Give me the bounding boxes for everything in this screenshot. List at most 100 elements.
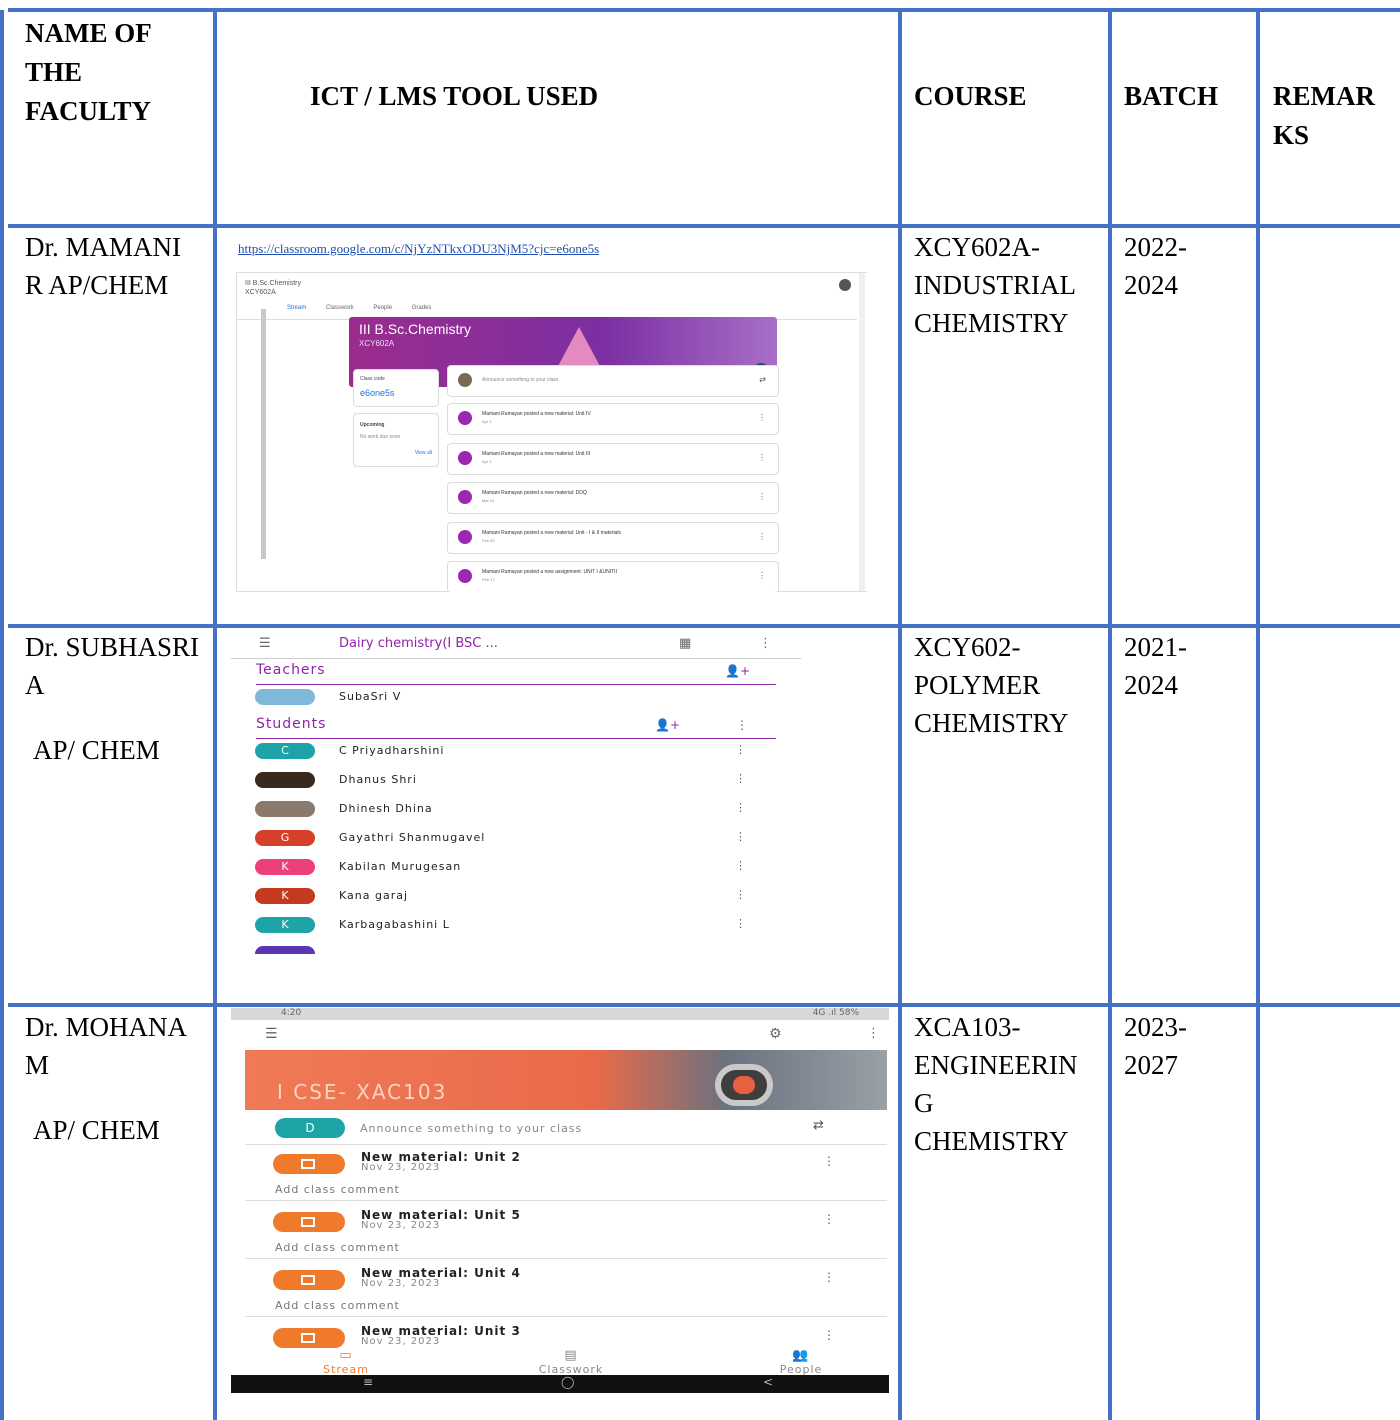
- teacher-row[interactable]: SubaSri V: [255, 686, 775, 710]
- avatar: K: [255, 917, 315, 933]
- announce-box[interactable]: D Announce something to your class ⇄: [245, 1112, 887, 1145]
- scrollbar[interactable]: [859, 273, 865, 591]
- more-icon[interactable]: ⋮: [823, 1154, 835, 1168]
- recent-apps-icon[interactable]: ≡: [363, 1375, 373, 1389]
- material-icon: [458, 451, 472, 465]
- avatar[interactable]: [839, 279, 851, 291]
- list-item[interactable]: K Kana garaj ⋮: [255, 885, 775, 909]
- list-item[interactable]: K Karbagabashini L ⋮: [255, 914, 775, 938]
- nav-classwork[interactable]: ▤ Classwork: [501, 1348, 641, 1376]
- more-icon[interactable]: ⋮: [823, 1328, 835, 1342]
- avatar: [255, 689, 315, 705]
- list-item[interactable]: Mamani Ramayan posted a new material: Un…: [447, 443, 779, 475]
- more-icon[interactable]: ⋮: [823, 1212, 835, 1226]
- add-teacher-icon[interactable]: 👤+: [725, 664, 750, 678]
- list-item[interactable]: Dhanus Shri ⋮: [255, 769, 775, 793]
- tab-people[interactable]: People: [373, 305, 392, 311]
- comment-link[interactable]: Add class comment: [275, 1299, 400, 1312]
- material-icon: [273, 1270, 345, 1290]
- repost-icon[interactable]: ⇄: [759, 375, 766, 384]
- table-divider: [213, 10, 217, 1420]
- banner-title: I CSE- XAC103: [277, 1080, 448, 1104]
- more-icon[interactable]: ⋮: [823, 1270, 835, 1284]
- row2-course: XCY602-POLYMER CHEMISTRY: [914, 632, 1069, 738]
- list-item[interactable]: K Kabilan Murugesan ⋮: [255, 856, 775, 880]
- nav-stream[interactable]: ▭ Stream: [276, 1348, 416, 1376]
- more-icon[interactable]: ⋮: [758, 532, 766, 541]
- teachers-heading: Teachers: [256, 662, 326, 678]
- list-item[interactable]: G Gayathri Shanmugavel ⋮: [255, 827, 775, 851]
- table-divider: [1256, 10, 1260, 1420]
- more-icon[interactable]: ⋮: [758, 571, 766, 580]
- list-item[interactable]: Mamani Ramayan posted a new assignment: …: [447, 561, 779, 592]
- more-icon[interactable]: ⋮: [735, 917, 746, 930]
- list-item[interactable]: Dhinesh Dhina ⋮: [255, 798, 775, 822]
- home-icon[interactable]: ◯: [561, 1375, 574, 1389]
- grid-icon[interactable]: ▦: [679, 636, 691, 651]
- system-nav-bar: ≡ ◯ <: [231, 1375, 889, 1393]
- list-item[interactable]: [255, 943, 775, 954]
- avatar: [255, 772, 315, 788]
- row2-faculty: Dr. SUBHASRI A: [25, 632, 200, 700]
- scrollbar[interactable]: [261, 309, 266, 559]
- list-item[interactable]: Mamani Ramayan posted a new material: Un…: [447, 403, 779, 435]
- more-icon[interactable]: ⋮: [758, 453, 766, 462]
- header-tool: ICT / LMS TOOL USED: [310, 81, 599, 111]
- list-item[interactable]: New material: Unit 2 Nov 23, 2023 Add clas…: [245, 1148, 887, 1201]
- avatar: G: [255, 830, 315, 846]
- material-icon: [458, 490, 472, 504]
- more-icon[interactable]: ⋮: [758, 413, 766, 422]
- nav-people[interactable]: 👥 People: [731, 1348, 871, 1376]
- list-item[interactable]: New material: Unit 4 Nov 23, 2023 Add clas…: [245, 1264, 887, 1317]
- more-icon[interactable]: ⋮: [735, 888, 746, 901]
- tab-grades[interactable]: Grades: [412, 305, 432, 311]
- repost-icon[interactable]: ⇄: [813, 1118, 824, 1133]
- app-bar: ☰ ⚙ ⋮: [231, 1022, 889, 1050]
- class-code[interactable]: e6one5s: [360, 388, 395, 398]
- more-icon[interactable]: ⋮: [867, 1026, 880, 1041]
- list-item[interactable]: Mamani Ramayan posted a new material: Un…: [447, 522, 779, 554]
- more-icon[interactable]: ⋮: [735, 859, 746, 872]
- comment-link[interactable]: Add class comment: [275, 1241, 400, 1254]
- avatar: K: [255, 888, 315, 904]
- more-icon[interactable]: ⋮: [735, 772, 746, 785]
- announce-box[interactable]: Announce something to your class ⇄: [447, 365, 779, 397]
- more-icon[interactable]: ⋮: [736, 718, 748, 732]
- classroom-link[interactable]: https://classroom.google.com/c/NjYzNTkxO…: [238, 241, 599, 257]
- list-item[interactable]: Mamani Ramayan posted a new material: DD…: [447, 482, 779, 514]
- settings-icon[interactable]: ⚙: [769, 1026, 782, 1042]
- menu-icon[interactable]: ☰: [259, 636, 271, 651]
- teacher-name: SubaSri V: [339, 690, 402, 703]
- material-icon: [458, 530, 472, 544]
- list-item[interactable]: CC Priyadharshini ⋮: [255, 740, 775, 764]
- more-icon[interactable]: ⋮: [735, 743, 746, 756]
- row3-course: XCA103-ENGINEERIN G CHEMISTRY: [914, 1012, 1078, 1156]
- tab-stream[interactable]: Stream: [287, 305, 306, 311]
- table-border-top: [8, 8, 1400, 12]
- material-icon: [273, 1328, 345, 1348]
- menu-icon[interactable]: ☰: [265, 1026, 278, 1042]
- add-student-icon[interactable]: 👤+: [655, 718, 680, 732]
- row1-course: XCY602A-INDUSTRIAL CHEMISTRY: [914, 232, 1075, 338]
- avatar: D: [275, 1118, 345, 1138]
- header-course: COURSE: [914, 81, 1027, 111]
- avatar: K: [255, 859, 315, 875]
- more-icon[interactable]: ⋮: [759, 636, 772, 651]
- students-divider: [256, 738, 776, 739]
- view-all-link[interactable]: View all: [415, 450, 432, 456]
- table-divider: [8, 1003, 1400, 1007]
- list-item[interactable]: New material: Unit 3 Nov 23, 2023 ⋮: [245, 1322, 887, 1348]
- class-code-card: Class code e6one5s: [353, 369, 439, 407]
- bottom-nav: ▭ Stream ▤ Classwork 👥 People: [231, 1348, 889, 1376]
- list-item[interactable]: New material: Unit 5 Nov 23, 2023 Add clas…: [245, 1206, 887, 1259]
- row1-faculty: Dr. MAMANI R AP/CHEM: [25, 232, 182, 300]
- tab-classwork[interactable]: Classwork: [326, 305, 354, 311]
- back-icon[interactable]: <: [763, 1375, 773, 1389]
- class-header: III B.Sc.Chemistry XCY602A: [245, 280, 302, 296]
- more-icon[interactable]: ⋮: [758, 492, 766, 501]
- more-icon[interactable]: ⋮: [735, 830, 746, 843]
- comment-link[interactable]: Add class comment: [275, 1183, 400, 1196]
- row3-faculty: Dr. MOHANA M: [25, 1012, 186, 1080]
- more-icon[interactable]: ⋮: [735, 801, 746, 814]
- upcoming-card: Upcoming No work due soon View all: [353, 413, 439, 467]
